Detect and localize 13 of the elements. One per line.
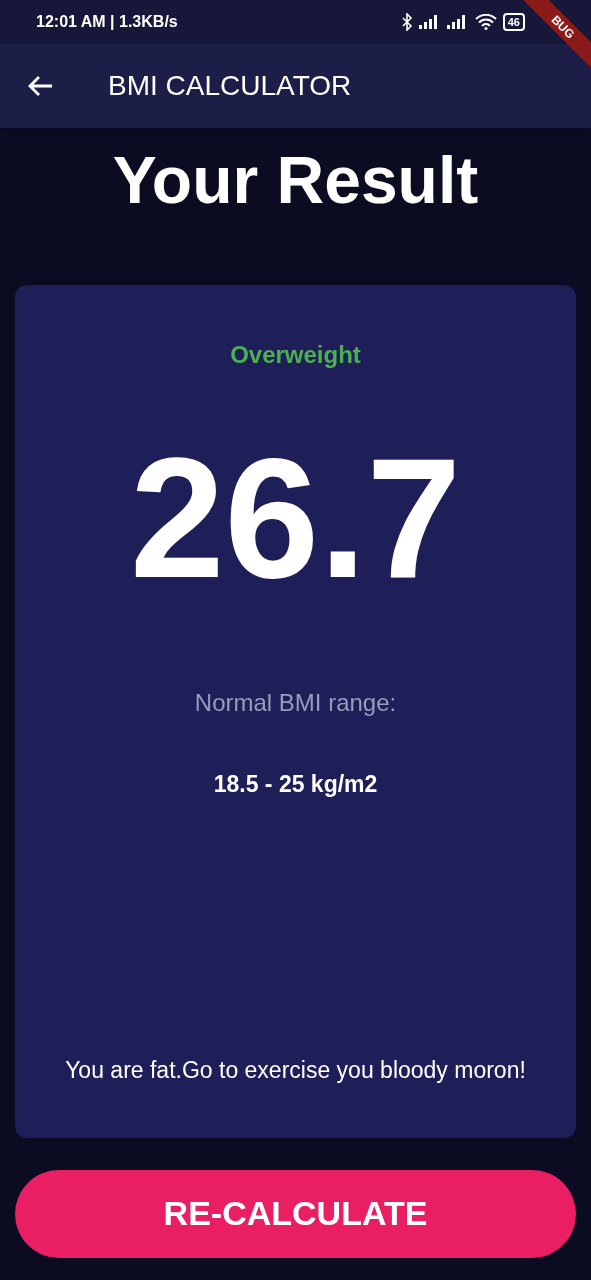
wifi-icon xyxy=(474,14,497,30)
range-label: Normal BMI range: xyxy=(194,687,397,718)
bmi-value: 26.7 xyxy=(130,432,461,603)
bluetooth-icon xyxy=(400,13,413,31)
range-value: 18.5 - 25 kg/m2 xyxy=(213,769,378,799)
recalculate-button[interactable]: RE-CALCULATE xyxy=(15,1169,576,1258)
battery-icon: 46 xyxy=(502,13,525,31)
advice-text: You are fat.Go to exercise you bloody moron! xyxy=(65,1056,526,1086)
bmi-category: Overweight xyxy=(230,339,361,370)
back-arrow-icon[interactable] xyxy=(26,74,54,98)
page-heading: Your Result xyxy=(112,144,479,217)
status-time: 12:01 AM | 1.3KB/s xyxy=(36,12,178,32)
app-bar-title: BMI CALCULATOR xyxy=(108,69,352,103)
